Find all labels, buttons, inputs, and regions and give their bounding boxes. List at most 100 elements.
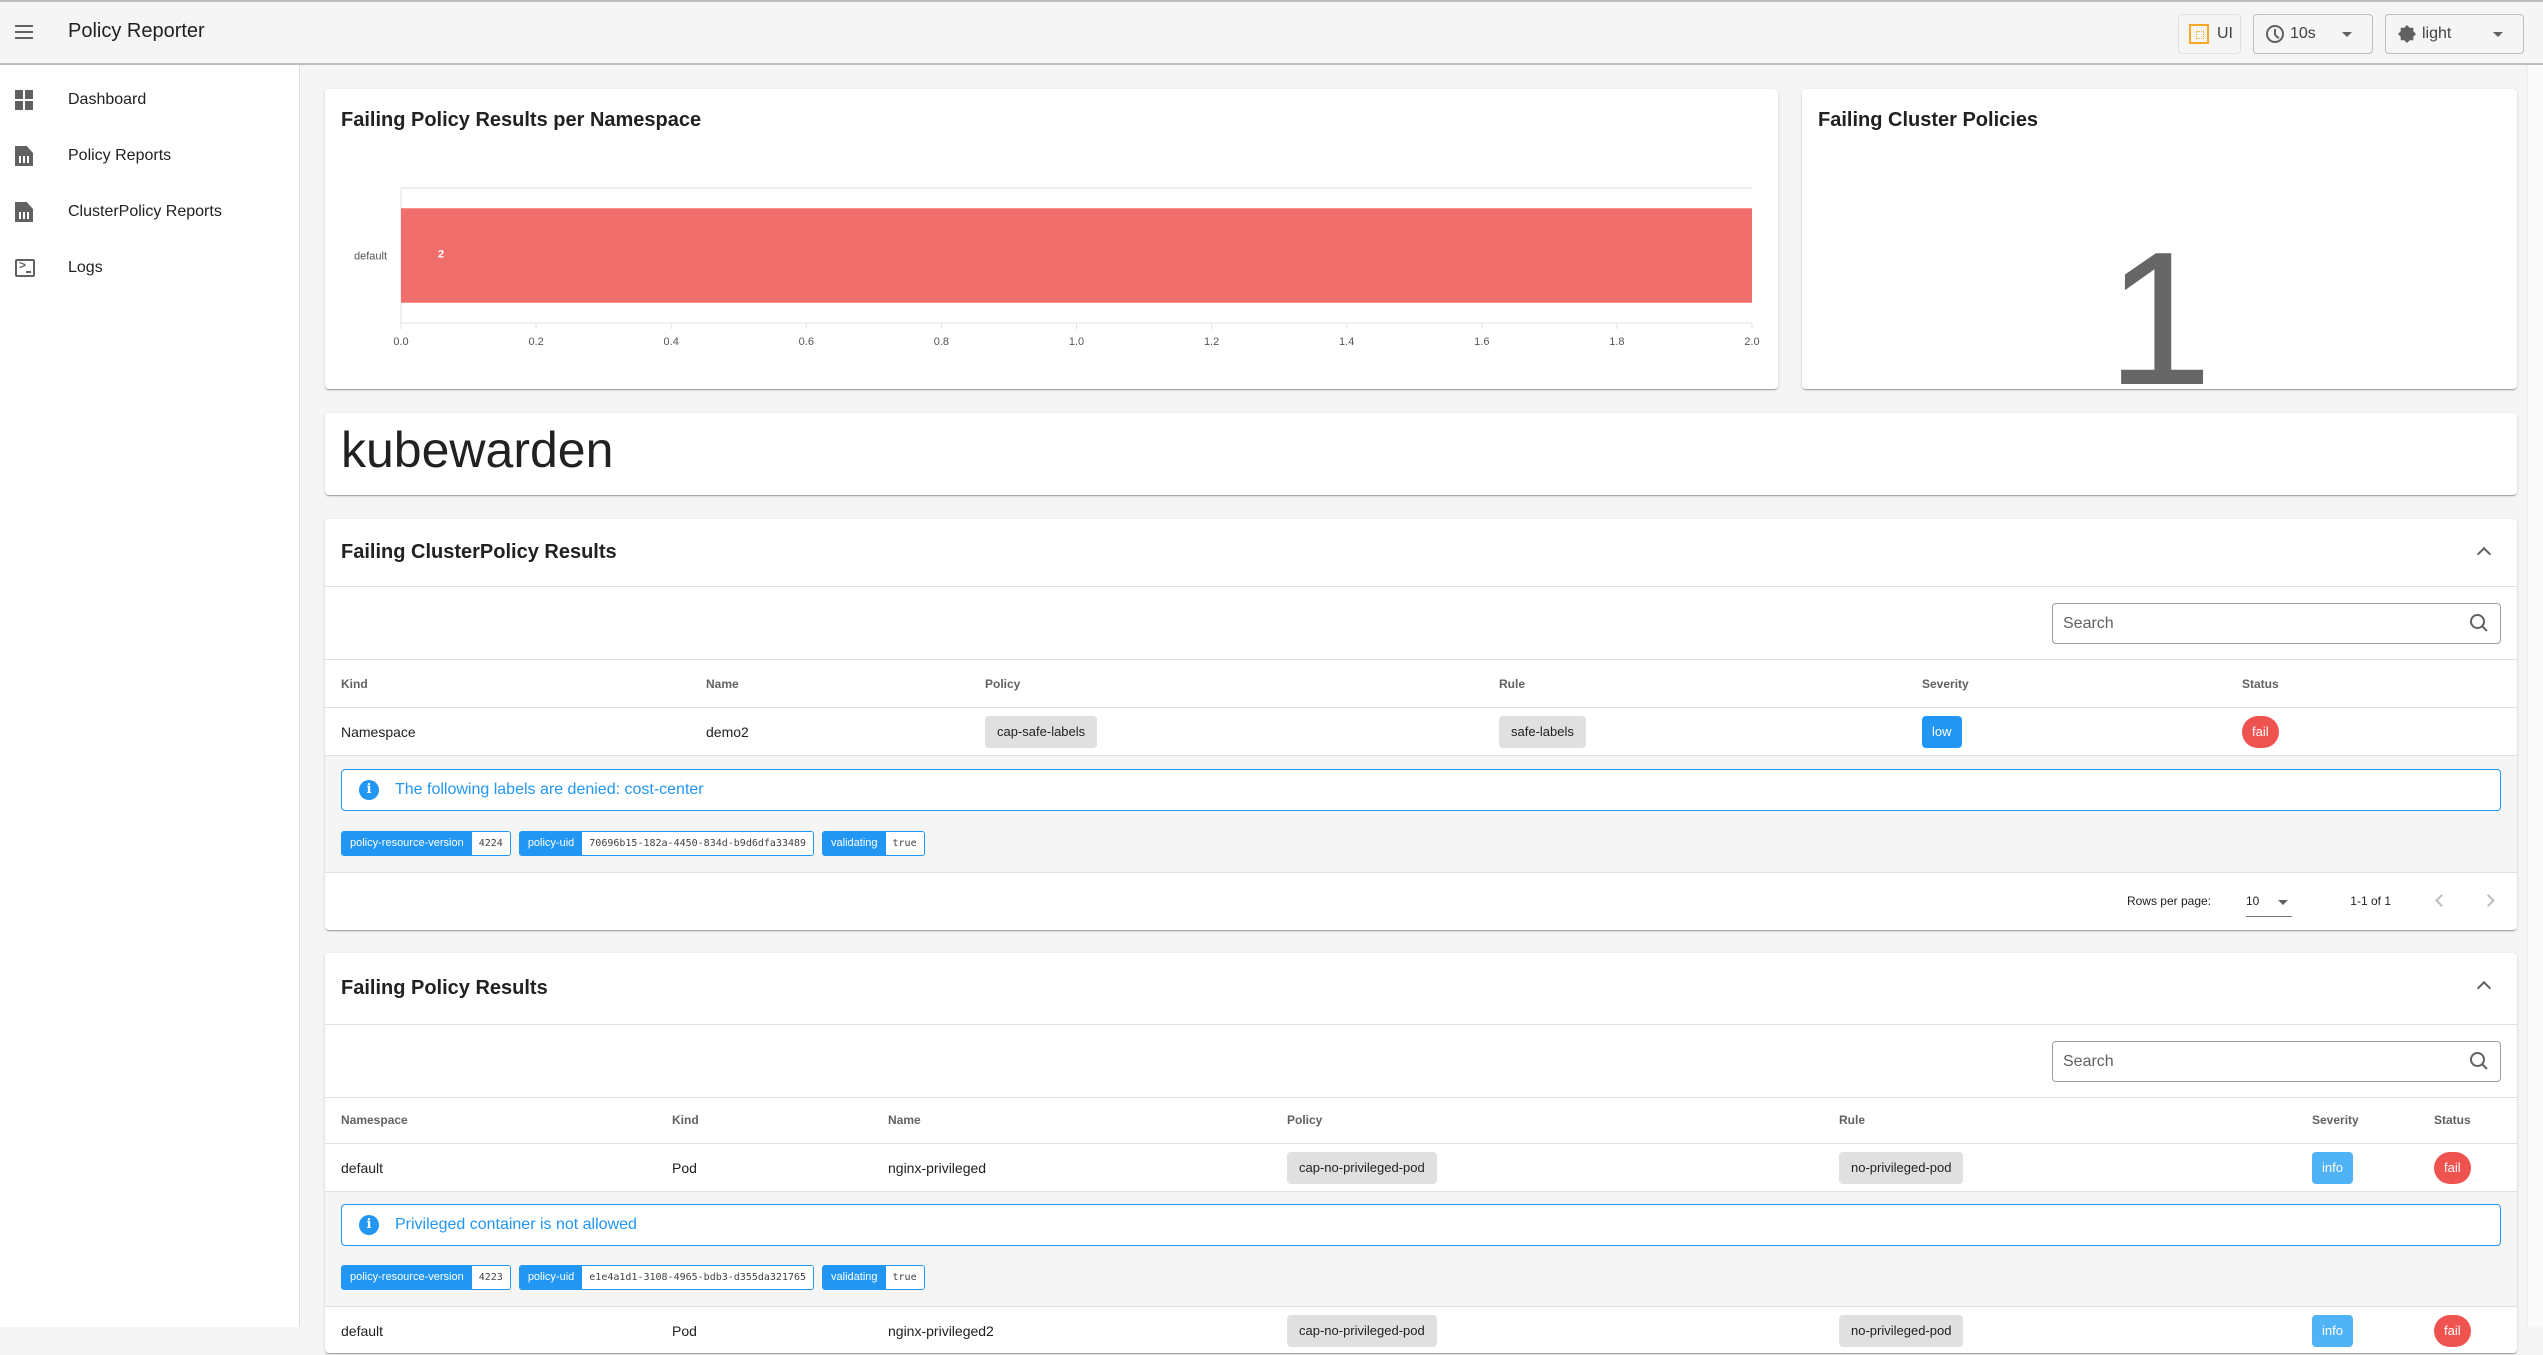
rule-chip: no-privileged-pod [1839,1151,1964,1184]
policy-search-input[interactable] [2053,1042,2433,1081]
property-key: policy-resource-version [342,1266,472,1289]
cell-name: nginx-privileged2 [888,1322,994,1339]
property-tag: policy-uid e1e4a1d1-3108-4965-bdb3-d355da… [518,1265,815,1290]
cell-namespace: default [341,1159,384,1176]
theme-select[interactable]: light [2385,14,2524,54]
info-icon: i [359,780,379,800]
alert-message: The following labels are denied: cost-ce… [395,781,704,798]
search-icon[interactable] [2470,614,2488,632]
rows-per-page-select[interactable]: 10 [2246,887,2292,917]
column-header-policy[interactable]: Policy [1287,1096,1322,1143]
cluster-table-header: Kind Name Policy Rule Severity Status [325,660,2517,708]
property-tag: policy-resource-version 4224 [341,831,511,856]
page-range: 1-1 of 1 [2350,894,2391,908]
column-header-name[interactable]: Name [888,1096,921,1143]
chevron-down-icon [2493,32,2503,37]
row-details: i The following labels are denied: cost-… [325,756,2517,873]
property-tag: validating true [822,1265,925,1290]
property-tags: policy-resource-version 4223 policy-uid e1… [341,1265,925,1290]
property-value: e1e4a1d1-3108-4965-bdb3-d355da321765 [582,1266,814,1289]
policy-results-card: Failing Policy Results Namespace Kind Na… [325,953,2517,1355]
status-badge: fail [2242,715,2279,748]
chevron-up-icon[interactable] [2477,545,2491,559]
policy-table-header: Namespace Kind Name Policy Rule Severity… [325,1096,2517,1144]
cluster-results-card: Failing ClusterPolicy Results Kind Name … [325,519,2517,930]
sidebar-item-label: ClusterPolicy Reports [68,203,222,220]
column-header-severity[interactable]: Severity [1922,660,1969,707]
theme-value: light [2422,25,2452,42]
severity-badge: info [2312,1151,2353,1184]
x-tick-label: 1.2 [1204,336,1219,348]
sidebar-item-label: Policy Reports [68,147,172,164]
alert-message: Privileged container is not allowed [395,1216,637,1233]
pagination: Rows per page: 10 1-1 of 1 [325,873,2517,930]
search-icon[interactable] [2470,1052,2488,1070]
column-header-rule[interactable]: Rule [1839,1096,1865,1143]
cluster-search-field[interactable] [2052,603,2501,644]
cluster-results-title: Failing ClusterPolicy Results [341,541,617,563]
policy-chip: cap-safe-labels [985,715,1098,748]
severity-badge: low [1922,715,1962,748]
severity-badge: info [2312,1314,2353,1347]
chevron-down-icon [2342,32,2352,37]
property-tag: policy-resource-version 4223 [341,1265,511,1290]
property-tags: policy-resource-version 4224 policy-uid 70… [341,831,925,856]
column-header-severity[interactable]: Severity [2312,1096,2359,1143]
next-page-button[interactable] [2483,893,2497,907]
cluster-policies-title: Failing Cluster Policies [1818,109,2039,131]
property-key: validating [823,832,886,855]
previous-page-button[interactable] [2433,893,2447,907]
info-icon: i [359,1215,379,1235]
sidebar-item-policy-reports[interactable]: Policy Reports [0,128,299,184]
sidebar-item-clusterpolicy-reports[interactable]: ClusterPolicy Reports [0,184,299,240]
y-tick-label: default [354,251,387,263]
cluster-results-header: Failing ClusterPolicy Results [325,519,2517,587]
column-header-kind[interactable]: Kind [341,660,368,707]
status-badge: fail [2434,1151,2471,1184]
bar-default [401,208,1752,303]
rule-chip: safe-labels [1499,715,1586,748]
property-key: policy-uid [519,832,583,855]
refresh-interval-value: 10s [2290,25,2316,42]
rows-per-page-value: 10 [2246,894,2260,908]
sidebar-item-label: Logs [68,259,103,276]
theme-icon [2398,25,2416,43]
ui-button[interactable]: UI [2178,14,2241,54]
column-header-kind[interactable]: Kind [672,1096,699,1143]
scrollbar[interactable] [2527,65,2543,1327]
column-header-status[interactable]: Status [2242,660,2279,707]
table-row[interactable]: Namespace demo2 cap-safe-labels safe-lab… [325,708,2517,756]
engine-card: kubewarden [325,413,2517,495]
cluster-policies-card: Failing Cluster Policies 1 [1802,89,2517,419]
x-tick-label: 1.0 [1069,336,1084,348]
cluster-search-bar [325,587,2517,660]
menu-icon[interactable] [12,20,36,44]
policy-search-bar [325,1025,2517,1098]
x-tick-label: 0.2 [528,336,543,348]
cell-namespace: default [341,1322,384,1339]
column-header-policy[interactable]: Policy [985,660,1020,707]
table-row[interactable]: default Pod nginx-privileged cap-no-priv… [325,1144,2517,1192]
refresh-interval-select[interactable]: 10s [2253,14,2373,54]
namespace-chart-card: Failing Policy Results per Namespace 0.0… [325,89,1778,389]
chevron-up-icon[interactable] [2477,979,2491,993]
sidebar-item-logs[interactable]: Logs [0,240,299,296]
property-key: policy-uid [519,1266,583,1289]
report-icon [15,202,33,222]
policy-search-field[interactable] [2052,1041,2501,1082]
rule-chip: no-privileged-pod [1839,1314,1964,1347]
x-tick-label: 1.4 [1339,336,1354,348]
property-key: policy-resource-version [342,832,472,855]
rows-per-page-label: Rows per page: [2126,894,2211,908]
column-header-name[interactable]: Name [706,660,739,707]
namespace-bar-chart: 0.0 0.2 0.4 0.6 0.8 1.0 1.2 1.4 1.6 1.8 2.0 default… [354,187,1760,348]
column-header-rule[interactable]: Rule [1499,660,1525,707]
cluster-search-input[interactable] [2053,604,2433,643]
property-value: true [885,832,924,855]
status-badge: fail [2434,1314,2471,1347]
policy-chip: cap-no-privileged-pod [1287,1151,1437,1184]
column-header-namespace[interactable]: Namespace [341,1096,408,1143]
sidebar-item-dashboard[interactable]: Dashboard [0,72,299,128]
column-header-status[interactable]: Status [2434,1096,2471,1143]
table-row[interactable]: default Pod nginx-privileged2 cap-no-pri… [325,1307,2517,1355]
